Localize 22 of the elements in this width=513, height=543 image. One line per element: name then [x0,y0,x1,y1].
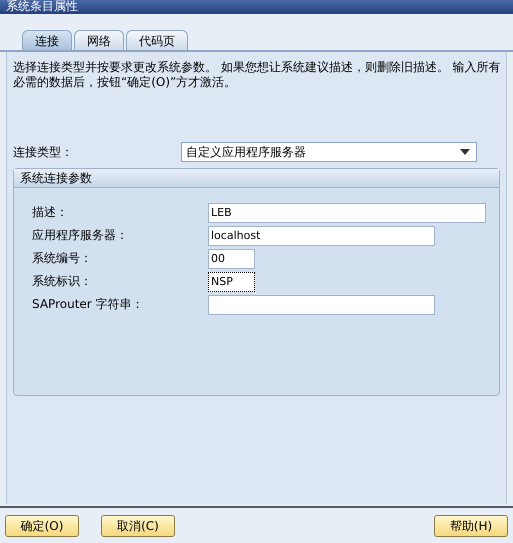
input-field[interactable]: localhost [208,226,435,246]
input-field[interactable]: 00 [208,248,255,268]
connection-type-dropdown[interactable]: 自定义应用程序服务器 [181,142,477,162]
dialog-button[interactable]: 取消(C) [101,515,175,537]
tab[interactable]: 网络 [74,30,124,50]
input-field[interactable]: NSP [208,272,255,292]
input-field[interactable] [208,294,435,314]
caret-icon [460,149,470,155]
dialog-button[interactable]: 帮助(H) [434,515,508,537]
instructions-text: 选择连接类型并按要求更改系统参数。 如果您想让系统建议描述，则删除旧描述。 输入所有必需的数据后，按钮“确定(O)”方才激活。 [13,60,502,90]
field-label: 连接类型： [13,144,74,160]
input-field[interactable]: LEB [208,202,486,222]
field-label: 系统标识： [32,273,93,290]
group-title: 系统连接参数 [14,169,499,188]
window-title: 系统条目属性 [0,0,513,14]
tab[interactable]: 代码页 [126,30,188,50]
dialog-button[interactable]: 确定(O) [5,515,79,537]
field-label: SAProuter 字符串： [32,296,145,313]
field-label: 系统编号： [32,250,93,267]
field-label: 描述： [32,204,69,221]
field-label: 应用程序服务器： [32,227,129,244]
tab[interactable]: 连接 [22,30,72,50]
